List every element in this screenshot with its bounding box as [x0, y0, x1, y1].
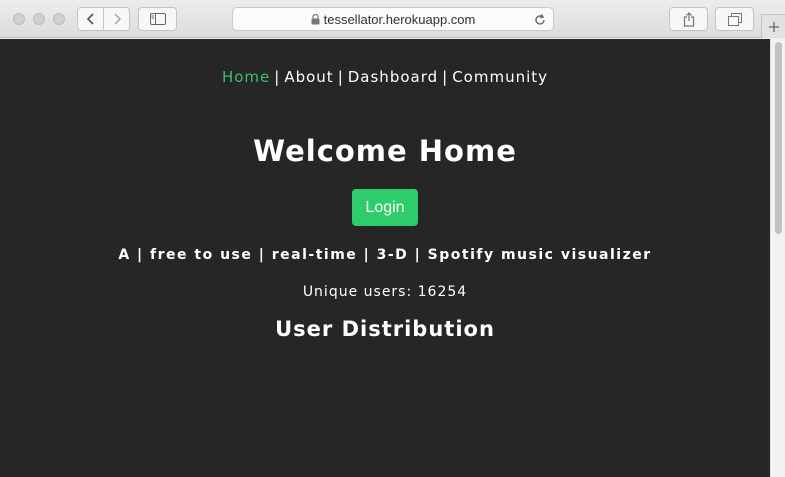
- sidebar-icon: [149, 13, 166, 25]
- back-icon: [86, 13, 94, 25]
- address-bar[interactable]: tessellator.herokuapp.com: [232, 7, 554, 31]
- reload-icon: [535, 14, 545, 25]
- forward-button[interactable]: [103, 8, 129, 30]
- share-icon: [683, 11, 694, 27]
- tagline: A | free to use | real-time | 3-D | Spot…: [118, 247, 652, 263]
- history-nav: [77, 7, 130, 31]
- page-scrollbar[interactable]: [770, 39, 785, 477]
- page-title: Welcome Home: [253, 134, 517, 168]
- user-distribution-heading: User Distribution: [275, 317, 495, 341]
- forward-icon: [114, 13, 121, 25]
- minimize-window-button[interactable]: [33, 13, 45, 25]
- browser-toolbar: tessellator.herokuapp.com: [0, 0, 785, 38]
- reload-button[interactable]: [533, 12, 547, 31]
- unique-users-count: Unique users: 16254: [302, 284, 468, 300]
- scroll-thumb[interactable]: [775, 42, 782, 234]
- sidebar-button[interactable]: [138, 7, 177, 31]
- nav-community-link[interactable]: Community: [452, 68, 548, 86]
- login-button[interactable]: Login: [352, 189, 418, 226]
- nav-about-link[interactable]: About: [284, 68, 333, 86]
- nav-dashboard-link[interactable]: Dashboard: [348, 68, 438, 86]
- tabs-icon: [727, 12, 742, 26]
- nav-separator: |: [274, 68, 281, 86]
- share-button[interactable]: [669, 7, 708, 31]
- zoom-window-button[interactable]: [53, 13, 65, 25]
- new-tab-button[interactable]: [761, 14, 785, 38]
- nav-separator: |: [442, 68, 449, 86]
- show-tabs-button[interactable]: [715, 7, 754, 31]
- nav-separator: |: [337, 68, 344, 86]
- url-text: tessellator.herokuapp.com: [323, 11, 476, 27]
- lock-icon: [311, 13, 320, 24]
- nav-home-link[interactable]: Home: [222, 68, 270, 86]
- plus-icon: [768, 21, 779, 32]
- back-button[interactable]: [78, 8, 103, 30]
- site-navigation: Home | About | Dashboard | Community: [0, 68, 770, 86]
- close-window-button[interactable]: [13, 13, 25, 25]
- web-page: Home | About | Dashboard | Community Welcome H…: [0, 39, 770, 477]
